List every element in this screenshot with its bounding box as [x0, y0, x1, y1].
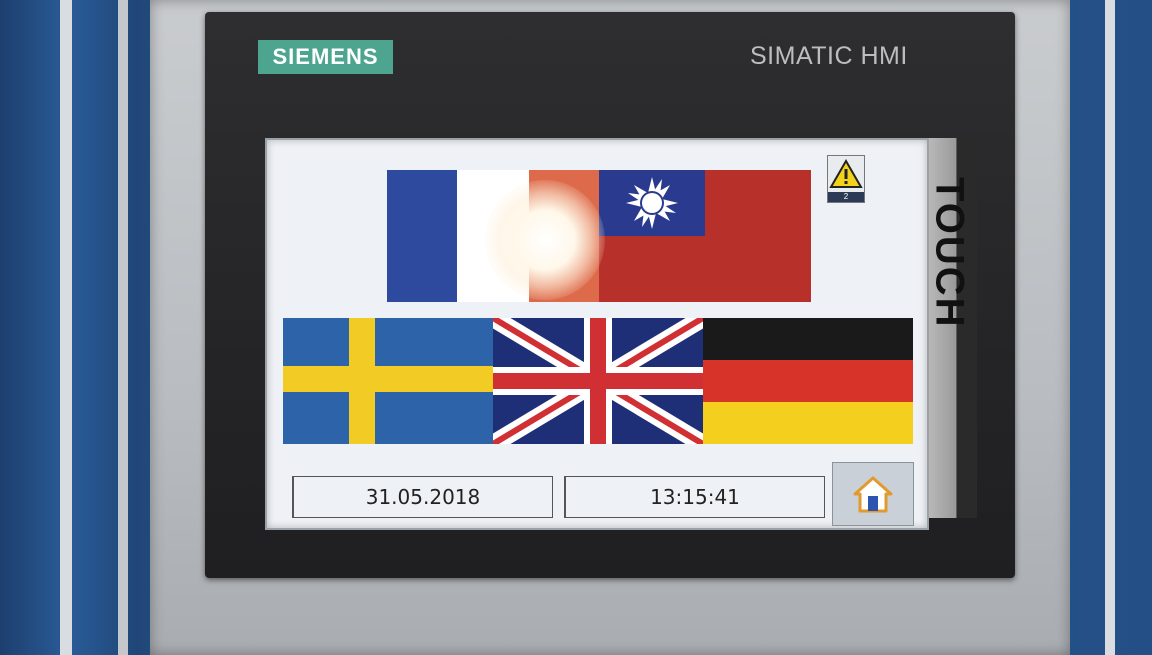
machine-frame-stripe-right	[1105, 0, 1115, 655]
flag-sweden-cross-h	[283, 366, 493, 392]
flag-germany-gold	[703, 402, 913, 444]
flag-uk-button[interactable]	[493, 318, 703, 444]
touch-label: TOUCH	[927, 177, 972, 329]
flag-taiwan-sun-icon	[626, 177, 678, 229]
touch-label-strip: TOUCH	[925, 138, 977, 518]
flag-sweden-button[interactable]	[283, 318, 493, 444]
flag-germany-button[interactable]	[703, 318, 913, 444]
flag-france-button[interactable]	[387, 170, 599, 302]
siemens-logo: SIEMENS	[258, 40, 393, 74]
home-icon	[853, 476, 893, 513]
home-button[interactable]	[832, 462, 914, 526]
flag-taiwan-canton	[599, 170, 705, 236]
flag-uk-icon	[493, 318, 703, 444]
model-label: SIMATIC HMI	[750, 42, 908, 70]
alarm-count: 2	[828, 192, 864, 202]
flag-france-white	[457, 170, 529, 302]
time-display: 13:15:41	[564, 476, 825, 518]
alarm-indicator-button[interactable]: 2	[827, 155, 865, 203]
flag-france-blue	[387, 170, 457, 302]
hmi-screen: 2 31.05.2018 13:15:41	[265, 138, 929, 530]
machine-frame-stripe-left	[60, 0, 72, 655]
flag-germany-red	[703, 360, 913, 402]
machine-frame-stripe-left-2	[118, 0, 128, 655]
flag-germany-black	[703, 318, 913, 360]
flag-sweden-cross-v	[349, 318, 375, 444]
flag-france-red	[529, 170, 599, 302]
flag-taiwan-button[interactable]	[599, 170, 811, 302]
warning-icon	[829, 158, 863, 188]
date-display: 31.05.2018	[292, 476, 553, 518]
